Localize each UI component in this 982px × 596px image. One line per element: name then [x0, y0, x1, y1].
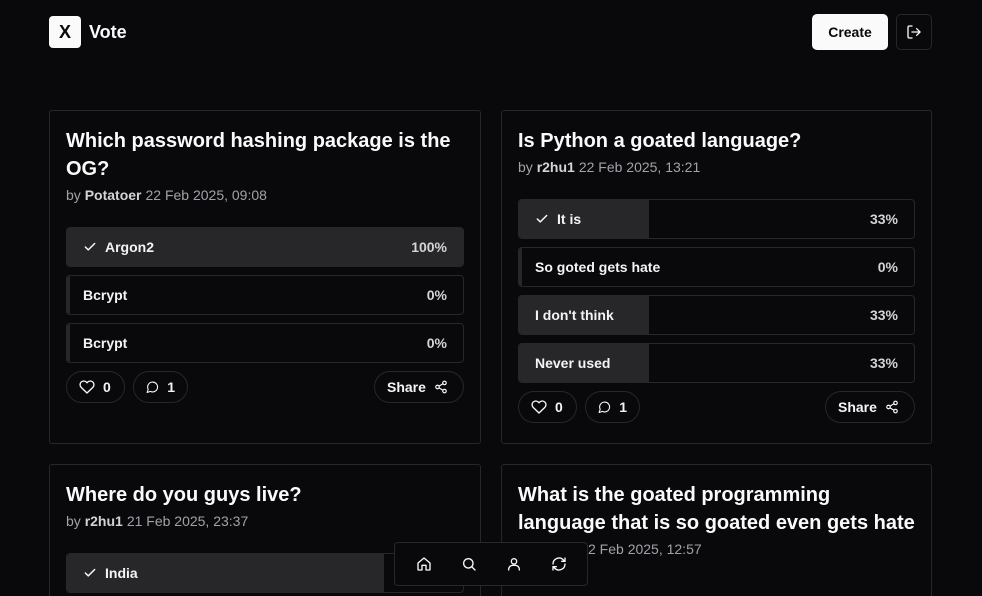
- user-icon: [507, 558, 520, 571]
- poll-card: Is Python a goated language? by r2hu1 22 …: [501, 110, 932, 444]
- share-icon: [886, 400, 898, 414]
- nav-profile-button[interactable]: [496, 546, 532, 582]
- poll-card: Which password hashing package is the OG…: [49, 110, 481, 444]
- check-icon: [83, 566, 97, 580]
- search-icon: [462, 558, 476, 571]
- logout-icon: [907, 25, 921, 39]
- poll-author[interactable]: r2hu1: [537, 159, 575, 175]
- app-logo[interactable]: X: [49, 16, 81, 48]
- poll-option[interactable]: I don't think 33%: [518, 295, 915, 335]
- poll-option-percent: 0%: [877, 259, 898, 275]
- poll-option-label: India: [105, 565, 138, 581]
- poll-option-label: It is: [557, 211, 582, 227]
- poll-meta: by r2hu1 21 Feb 2025, 23:37: [66, 513, 249, 529]
- poll-option-label: Argon2: [105, 239, 154, 255]
- poll-option-bar: [67, 324, 70, 362]
- home-icon: [416, 557, 431, 571]
- poll-option[interactable]: Bcrypt 0%: [66, 323, 464, 363]
- poll-option-bar: [519, 248, 522, 286]
- comment-button[interactable]: 1: [133, 371, 188, 403]
- poll-option[interactable]: Argon2 100%: [66, 227, 464, 267]
- poll-date: 21 Feb 2025, 23:37: [126, 513, 249, 529]
- poll-option-bar: [67, 276, 70, 314]
- poll-option-percent: 33%: [869, 307, 898, 323]
- heart-icon: [531, 400, 547, 414]
- poll-title[interactable]: What is the goated programming language …: [518, 481, 915, 537]
- poll-date: 2 Feb 2025, 12:57: [588, 541, 702, 557]
- logout-button[interactable]: [896, 14, 932, 50]
- poll-author[interactable]: Potatoer: [85, 187, 142, 203]
- poll-date: 22 Feb 2025, 09:08: [145, 187, 267, 203]
- poll-option[interactable]: Bcrypt 0%: [66, 275, 464, 315]
- bottom-nav: [394, 542, 588, 586]
- logo-letter: X: [58, 21, 71, 42]
- heart-icon: [79, 380, 95, 394]
- poll-option-percent: 100%: [411, 239, 447, 255]
- poll-options: It is 33% So goted gets hate 0% I don't …: [518, 199, 915, 383]
- check-icon: [535, 212, 549, 226]
- nav-refresh-button[interactable]: [541, 546, 577, 582]
- poll-option-label: Never used: [535, 355, 611, 371]
- poll-option-label: So goted gets hate: [535, 259, 661, 275]
- poll-option[interactable]: So goted gets hate 0%: [518, 247, 915, 287]
- poll-options: Argon2 100% Bcrypt 0% Bcrypt 0%: [66, 227, 464, 363]
- poll-option-percent: 33%: [869, 355, 898, 371]
- poll-author[interactable]: r2hu1: [85, 513, 123, 529]
- poll-option[interactable]: Never used 33%: [518, 343, 915, 383]
- poll-option-percent: 0%: [426, 335, 447, 351]
- refresh-icon: [551, 557, 566, 571]
- poll-actions: 0 1 Share: [518, 391, 915, 423]
- poll-title[interactable]: Which password hashing package is the OG…: [66, 127, 464, 183]
- nav-home-button[interactable]: [406, 546, 442, 582]
- poll-option-percent: 33%: [869, 211, 898, 227]
- poll-actions: 0 1 Share: [66, 371, 464, 403]
- check-icon: [83, 240, 97, 254]
- poll-meta: by Potatoer 22 Feb 2025, 09:08: [66, 187, 267, 203]
- share-button[interactable]: Share: [374, 371, 464, 403]
- create-button[interactable]: Create: [812, 14, 888, 50]
- poll-meta: by r2hu1 22 Feb 2025, 13:21: [518, 159, 701, 175]
- comment-button[interactable]: 1: [585, 391, 640, 423]
- poll-title[interactable]: Is Python a goated language?: [518, 127, 915, 155]
- comment-icon: [146, 381, 159, 394]
- like-button[interactable]: 0: [518, 391, 577, 423]
- comment-count: 1: [619, 399, 627, 415]
- share-button[interactable]: Share: [825, 391, 915, 423]
- poll-date: 22 Feb 2025, 13:21: [578, 159, 701, 175]
- share-label: Share: [838, 399, 877, 415]
- poll-option-label: Bcrypt: [83, 335, 128, 351]
- poll-option-label: Bcrypt: [83, 287, 128, 303]
- comment-icon: [598, 401, 611, 414]
- comment-count: 1: [167, 379, 175, 395]
- like-count: 0: [103, 379, 111, 395]
- poll-option-label: I don't think: [535, 307, 614, 323]
- poll-title[interactable]: Where do you guys live?: [66, 481, 464, 509]
- app-name: Vote: [89, 22, 127, 42]
- like-button[interactable]: 0: [66, 371, 125, 403]
- top-header: X Vote Create: [49, 14, 932, 50]
- poll-option-percent: 0%: [426, 287, 447, 303]
- poll-option[interactable]: It is 33%: [518, 199, 915, 239]
- nav-search-button[interactable]: [451, 546, 487, 582]
- like-count: 0: [555, 399, 563, 415]
- share-icon: [435, 380, 447, 394]
- share-label: Share: [387, 379, 426, 395]
